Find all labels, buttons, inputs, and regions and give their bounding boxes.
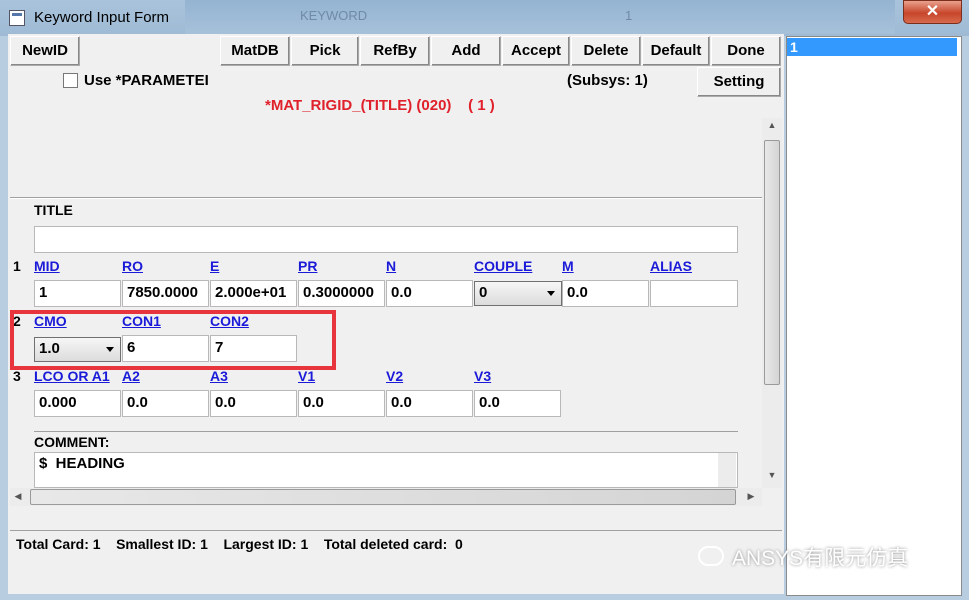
use-parameter-label: Use *PARAMETEI xyxy=(84,72,209,89)
delete-button[interactable]: Delete xyxy=(571,36,641,66)
title-label: TITLE xyxy=(34,202,73,218)
couple-value: 0 xyxy=(479,284,488,301)
app-icon xyxy=(9,10,25,26)
scroll-up-icon[interactable]: ▲ xyxy=(762,120,782,134)
section-divider xyxy=(10,197,762,199)
close-button[interactable]: ✕ xyxy=(903,0,962,24)
v2-label[interactable]: V2 xyxy=(386,368,466,386)
scroll-down-icon[interactable]: ▼ xyxy=(762,470,782,484)
title-input[interactable] xyxy=(34,226,738,253)
pr-label[interactable]: PR xyxy=(298,258,378,276)
wechat-icon xyxy=(698,546,724,566)
toolbar: NewID MatDB Pick RefBy Add Accept Delete… xyxy=(8,36,784,66)
n-input[interactable]: 0.0 xyxy=(386,280,473,307)
scroll-right-icon[interactable]: ▶ xyxy=(745,491,757,505)
a2-label[interactable]: A2 xyxy=(122,368,202,386)
watermark: ANSYS有限元仿真 xyxy=(698,540,958,572)
horizontal-scroll-thumb[interactable] xyxy=(30,489,736,505)
background-window-number: 1 xyxy=(625,8,633,23)
a3-label[interactable]: A3 xyxy=(210,368,290,386)
vertical-scroll-thumb[interactable] xyxy=(764,140,780,385)
e-label[interactable]: E xyxy=(210,258,290,276)
card3-row-number: 3 xyxy=(13,368,21,384)
comment-divider xyxy=(34,431,738,432)
window-title: Keyword Input Form xyxy=(34,9,170,26)
alias-label[interactable]: ALIAS xyxy=(650,258,730,276)
a2-input[interactable]: 0.0 xyxy=(122,390,209,417)
default-button[interactable]: Default xyxy=(642,36,710,66)
newid-button[interactable]: NewID xyxy=(10,36,80,66)
id-list-item[interactable]: 1 xyxy=(787,38,957,56)
pick-button[interactable]: Pick xyxy=(291,36,359,66)
done-button[interactable]: Done xyxy=(711,36,781,66)
m-label[interactable]: M xyxy=(562,258,642,276)
a3-input[interactable]: 0.0 xyxy=(210,390,297,417)
refby-button[interactable]: RefBy xyxy=(360,36,430,66)
e-input[interactable]: 2.000e+01 xyxy=(210,280,297,307)
accept-button[interactable]: Accept xyxy=(502,36,570,66)
watermark-text: ANSYS有限元仿真 xyxy=(732,547,909,570)
v3-label[interactable]: V3 xyxy=(474,368,554,386)
matdb-button[interactable]: MatDB xyxy=(220,36,290,66)
ro-input[interactable]: 7850.0000 xyxy=(122,280,209,307)
add-button[interactable]: Add xyxy=(431,36,501,66)
mid-label[interactable]: MID xyxy=(34,258,114,276)
subsys-label: (Subsys: 1) xyxy=(567,72,648,89)
chevron-down-icon xyxy=(547,291,555,296)
keyword-title: *MAT_RIGID_(TITLE) (020) ( 1 ) xyxy=(265,97,495,114)
m-input[interactable]: 0.0 xyxy=(562,280,649,307)
comment-scrollbar[interactable] xyxy=(718,453,736,487)
pr-input[interactable]: 0.3000000 xyxy=(298,280,385,307)
v3-input[interactable]: 0.0 xyxy=(474,390,561,417)
status-divider xyxy=(10,530,782,531)
comment-label: COMMENT: xyxy=(34,434,110,450)
couple-dropdown[interactable]: 0 xyxy=(474,281,562,306)
v1-label[interactable]: V1 xyxy=(298,368,378,386)
alias-input[interactable] xyxy=(650,280,738,307)
setting-button[interactable]: Setting xyxy=(697,67,781,97)
use-parameter-checkbox[interactable] xyxy=(63,73,78,88)
card1-row-number: 1 xyxy=(13,258,21,274)
v2-input[interactable]: 0.0 xyxy=(386,390,473,417)
scroll-left-icon[interactable]: ◀ xyxy=(12,491,24,505)
lco-or-a1-input[interactable]: 0.000 xyxy=(34,390,121,417)
couple-label[interactable]: COUPLE xyxy=(474,258,562,276)
mid-input[interactable]: 1 xyxy=(34,280,121,307)
lco-or-a1-label[interactable]: LCO OR A1 xyxy=(34,368,122,386)
comment-textarea[interactable]: $ HEADING xyxy=(34,452,738,488)
highlight-box xyxy=(10,310,336,370)
n-label[interactable]: N xyxy=(386,258,466,276)
ro-label[interactable]: RO xyxy=(122,258,202,276)
id-list-pane[interactable] xyxy=(786,36,962,596)
status-bar: Total Card: 1 Smallest ID: 1 Largest ID:… xyxy=(16,536,463,552)
v1-input[interactable]: 0.0 xyxy=(298,390,385,417)
background-window-title: KEYWORD xyxy=(300,8,368,23)
background-window-titlebar xyxy=(185,0,895,34)
